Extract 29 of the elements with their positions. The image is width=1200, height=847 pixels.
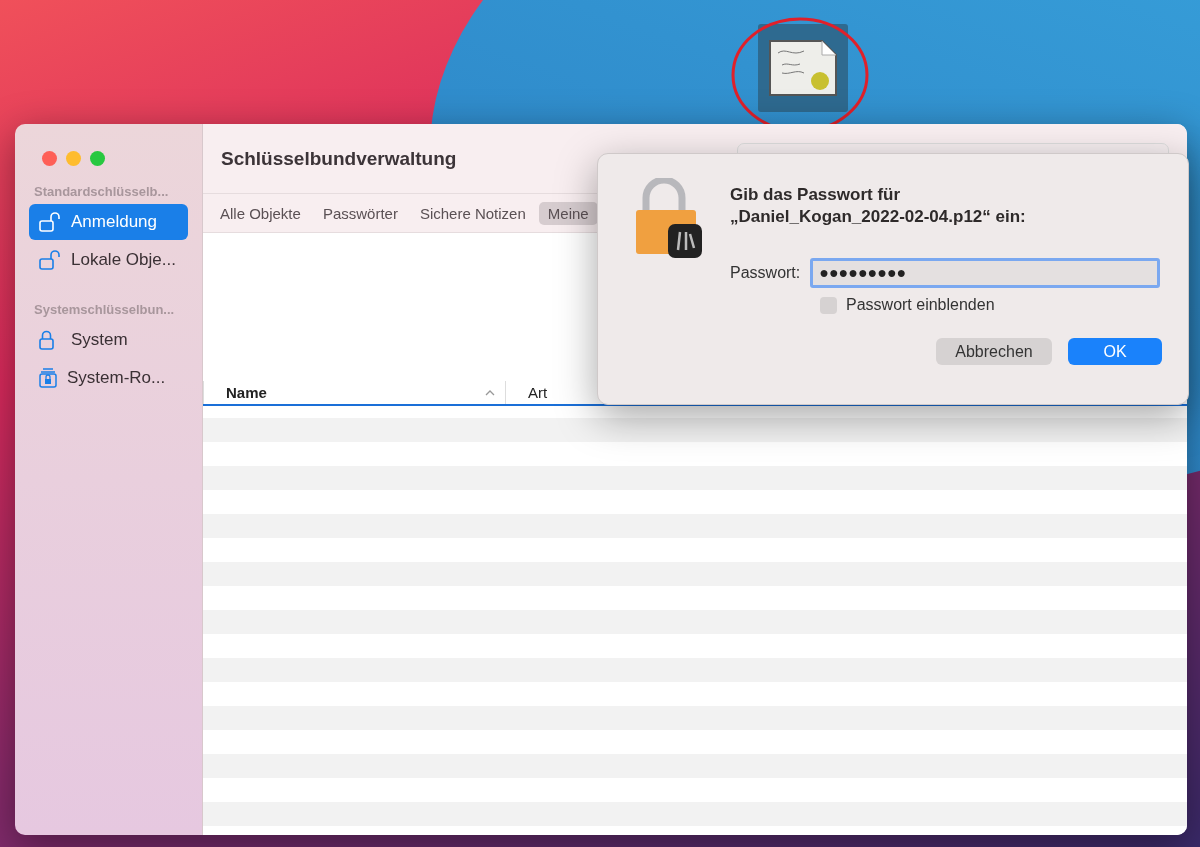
- tab[interactable]: Passwörter: [313, 201, 407, 225]
- unlocked-lock-icon: [39, 250, 61, 270]
- certificate-file-icon[interactable]: [758, 24, 848, 112]
- unlocked-lock-icon: [39, 212, 61, 232]
- tab[interactable]: Sichere Notizen: [410, 201, 535, 225]
- close-button[interactable]: [42, 151, 57, 166]
- sidebar-item[interactable]: System-Ro...: [29, 360, 188, 396]
- sidebar-item[interactable]: Anmeldung: [29, 204, 188, 240]
- ok-button[interactable]: OK: [1068, 338, 1162, 365]
- sidebar-section-heading: Systemschlüsselbun...: [33, 301, 176, 319]
- lock-stack-icon: [39, 368, 57, 388]
- password-field[interactable]: ●●●●●●●●●: [810, 258, 1161, 288]
- sidebar-item[interactable]: System: [29, 322, 188, 358]
- window-title: Schlüsselbundverwaltung: [221, 147, 458, 170]
- minimize-button[interactable]: [66, 151, 81, 166]
- dialog-title: Gib das Passwort für „Daniel_Kogan_2022-02-04.p12“ ein:: [730, 184, 1027, 228]
- tab[interactable]: Meine: [538, 201, 598, 225]
- zoom-button[interactable]: [90, 151, 105, 166]
- column-header[interactable]: Art: [528, 384, 548, 401]
- sort-chevron-icon: [485, 389, 495, 396]
- padlock-with-keys-icon: [634, 178, 704, 258]
- checkbox-label[interactable]: Passwort einblenden: [846, 296, 995, 314]
- sidebar-item[interactable]: Lokale Obje...: [29, 242, 188, 278]
- tab[interactable]: Alle Objekte: [211, 201, 310, 225]
- column-header[interactable]: Name: [226, 384, 267, 401]
- field-label: Passwort:: [730, 264, 801, 282]
- checkbox[interactable]: [820, 296, 837, 314]
- cancel-button[interactable]: Abbrechen: [936, 338, 1052, 365]
- sidebar-section-heading: Standardschlüsselb...: [33, 183, 170, 201]
